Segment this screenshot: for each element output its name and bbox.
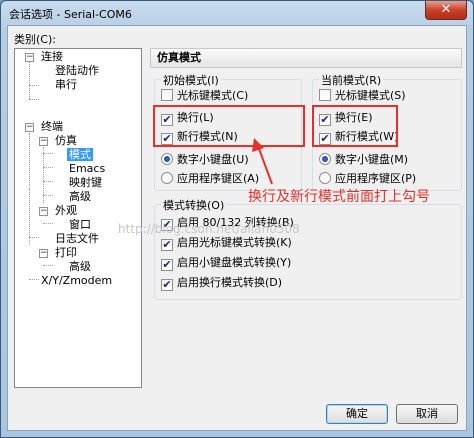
highlight-current-box: [312, 105, 398, 147]
watermark: http://blog.csdn.net/allan0508: [118, 222, 300, 236]
check-icon: ✔: [161, 278, 173, 291]
category-label: 类别(C):: [14, 33, 56, 46]
panel-title: 仿真模式: [150, 48, 462, 68]
close-button[interactable]: ✕: [425, 1, 467, 20]
dialog-client: 类别(C): − 连接 登陆动作 串行 − 终端 − 仿真 模式 Emacs 映…: [7, 25, 467, 431]
initial-mode-title: 初始模式(I): [161, 72, 221, 88]
window-title: 会话选项 - Serial-COM6: [9, 8, 132, 21]
tree-item-appearance[interactable]: 外观: [55, 204, 77, 218]
radio-dot: [319, 172, 331, 184]
close-icon: ✕: [440, 2, 452, 17]
enable-newline-switch-checkbox[interactable]: ✔ 启用换行模式转换(D): [161, 275, 282, 291]
tree-item-printing[interactable]: 打印: [55, 246, 77, 260]
tree-toggle-emulation[interactable]: −: [39, 137, 48, 146]
tree-item-connection[interactable]: 连接: [41, 50, 63, 64]
tree-item-terminal[interactable]: 终端: [41, 120, 63, 134]
tree-item-window[interactable]: 窗口: [69, 218, 91, 232]
tree-item-mapped-keys[interactable]: 映射键: [69, 176, 102, 190]
category-tree[interactable]: − 连接 登陆动作 串行 − 终端 − 仿真 模式 Emacs 映射键 高级 −…: [14, 48, 142, 388]
tree-toggle-appearance[interactable]: −: [39, 207, 48, 216]
radio-dot: [319, 153, 331, 165]
enable-keypad-switch-checkbox[interactable]: ✔ 启用小键盘模式转换(Y): [161, 255, 291, 271]
tree-toggle-printing[interactable]: −: [39, 249, 48, 258]
checkbox-box: [161, 89, 173, 101]
check-icon: ✔: [161, 238, 173, 251]
radio-dot: [161, 172, 173, 184]
tree-item-logon-actions[interactable]: 登陆动作: [55, 64, 99, 78]
tree-toggle-terminal[interactable]: −: [25, 123, 34, 132]
tree-item-log-file[interactable]: 日志文件: [55, 232, 99, 246]
current-cursor-key-checkbox[interactable]: 光标键模式(S): [319, 88, 406, 104]
dialog-window: 会话选项 - Serial-COM6 ✕ 类别(C): − 连接 登陆动作 串行…: [0, 0, 474, 438]
tree-item-modes[interactable]: 模式: [67, 148, 93, 162]
mode-switch-title: 模式转换(O): [161, 197, 227, 213]
current-mode-title: 当前模式(R): [319, 72, 384, 88]
check-icon: ✔: [161, 258, 173, 271]
tree-toggle-connection[interactable]: −: [25, 53, 34, 62]
tree-item-printing-advanced[interactable]: 高级: [69, 260, 91, 274]
tree-item-emulation-advanced[interactable]: 高级: [69, 190, 91, 204]
tree-item-xyzmodem[interactable]: X/Y/Zmodem: [41, 274, 112, 288]
annotation-arrow-icon: [252, 138, 273, 185]
current-numeric-keypad-radio[interactable]: 数字小键盘(M): [319, 152, 408, 168]
initial-numeric-keypad-radio[interactable]: 数字小键盘(U): [161, 152, 249, 168]
initial-cursor-key-checkbox[interactable]: 光标键模式(C): [161, 88, 248, 104]
title-bar: 会话选项 - Serial-COM6 ✕: [1, 1, 473, 25]
radio-dot: [161, 153, 173, 165]
mode-switch-group: 模式转换(O) ✔ 启用 80/132 列转换(B) ✔ 启用光标键模式转换(K) …: [154, 197, 462, 300]
tree-item-emulation[interactable]: 仿真: [55, 134, 77, 148]
checkbox-box: [319, 89, 331, 101]
ok-button[interactable]: 确定: [326, 404, 388, 424]
enable-cursor-key-switch-checkbox[interactable]: ✔ 启用光标键模式转换(K): [161, 235, 292, 251]
cancel-button[interactable]: 取消: [396, 404, 458, 424]
current-application-keypad-radio[interactable]: 应用程序键区(P): [319, 171, 416, 187]
annotation-text: 换行及新行模式前面打上勾号: [248, 189, 430, 205]
tree-item-serial[interactable]: 串行: [55, 78, 77, 92]
tree-item-emacs[interactable]: Emacs: [69, 162, 105, 176]
